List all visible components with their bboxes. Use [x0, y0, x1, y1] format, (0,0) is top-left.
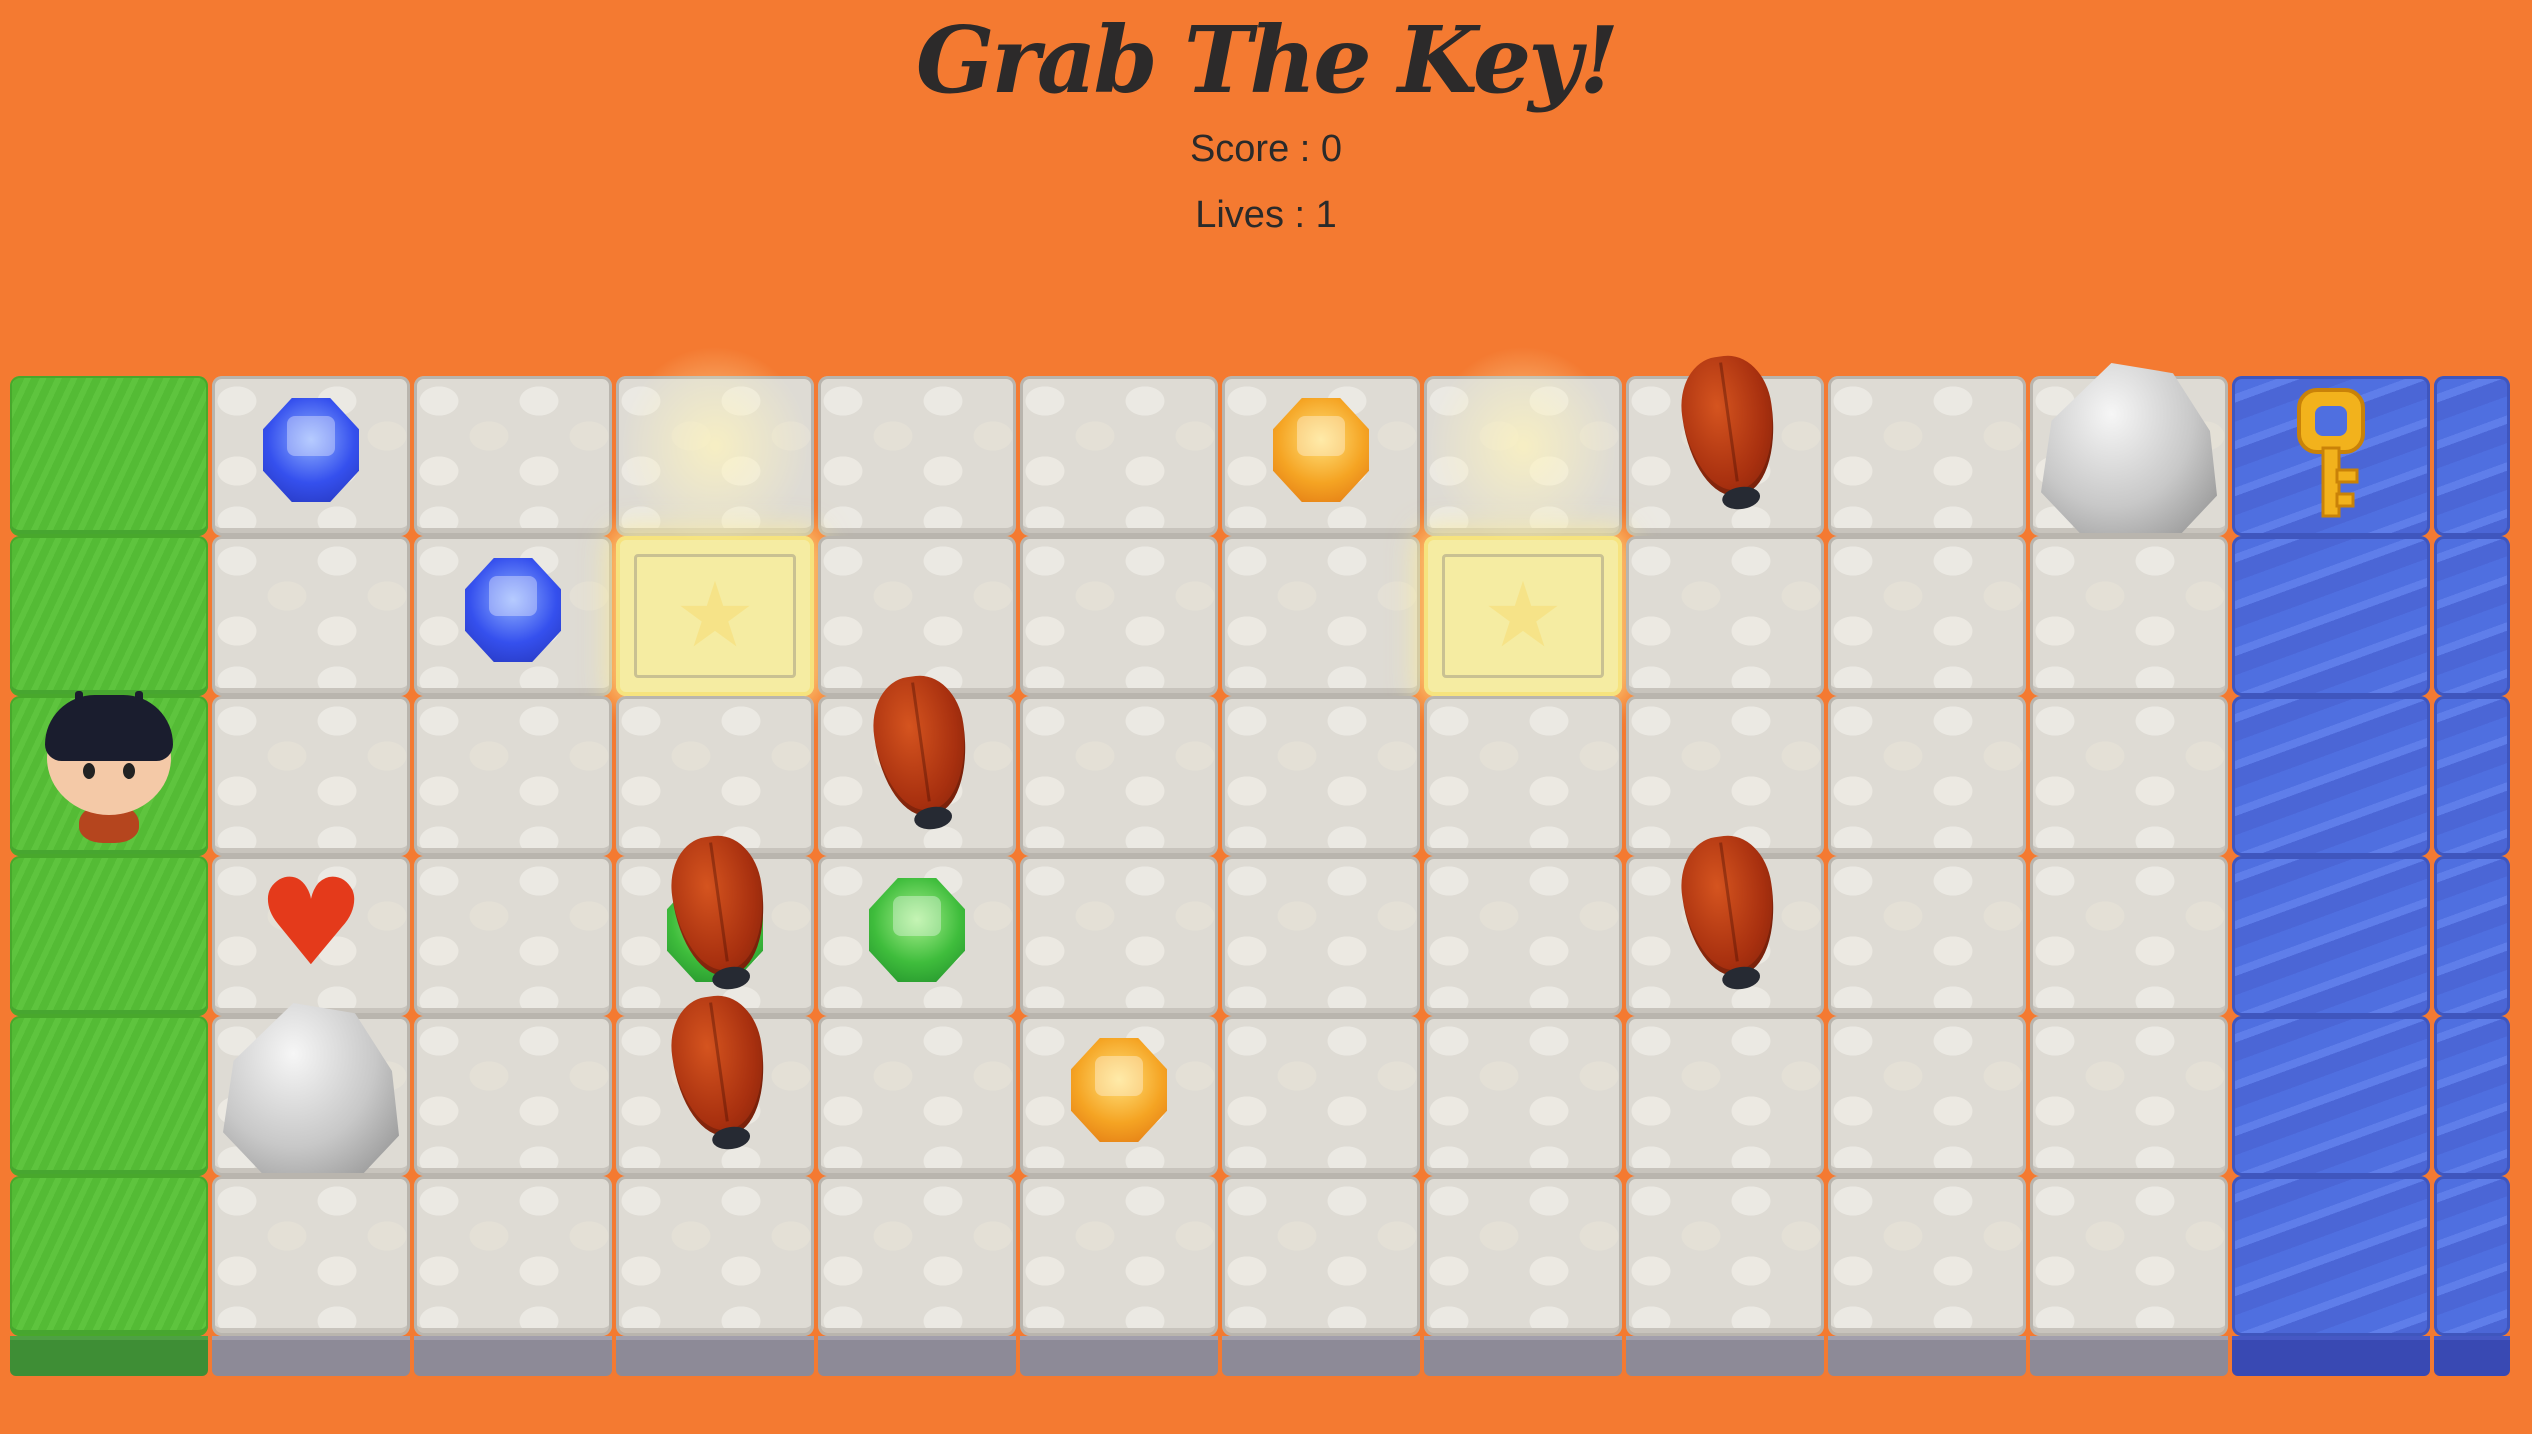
water-tile: [2434, 376, 2510, 536]
grass-tile: [10, 1016, 208, 1176]
stone-tile: [616, 1016, 814, 1176]
stone-tile: [212, 1016, 410, 1176]
grass-tile: [10, 536, 208, 696]
water-tile: [2434, 1176, 2510, 1336]
stone-tile: [1626, 536, 1824, 696]
stone-tile: [1828, 1176, 2026, 1336]
stone-tile: [616, 856, 814, 1016]
stone-tile: [1828, 536, 2026, 696]
stone-tile: [1424, 696, 1622, 856]
tile-edge: [818, 1336, 1016, 1376]
highlight-glow: [620, 346, 810, 546]
stone-tile: [818, 1016, 1016, 1176]
game-title: Grab The Key!: [915, 6, 1619, 114]
stone-tile: [1020, 1016, 1218, 1176]
stone-tile: [616, 696, 814, 856]
stone-tile: [1020, 856, 1218, 1016]
stone-tile: [1222, 856, 1420, 1016]
grass-tile: [10, 856, 208, 1016]
stone-tile: [818, 536, 1016, 696]
water-tile: [2232, 376, 2430, 536]
stone-tile: [414, 376, 612, 536]
water-tile: [2434, 536, 2510, 696]
stone-tile: [616, 1176, 814, 1336]
lives-text: Lives : 1: [1195, 194, 1337, 236]
stone-tile: [1020, 536, 1218, 696]
water-tile: [2434, 1016, 2510, 1176]
stone-tile: [414, 856, 612, 1016]
stone-tile: [2030, 1016, 2228, 1176]
stone-tile: [1020, 376, 1218, 536]
water-tile: [2434, 856, 2510, 1016]
stone-tile: [212, 696, 410, 856]
stone-tile: [818, 696, 1016, 856]
stone-tile: [818, 376, 1016, 536]
stone-tile: [1222, 376, 1420, 536]
stone-tile: [2030, 696, 2228, 856]
water-tile: [2434, 696, 2510, 856]
tile-edge: [10, 1336, 208, 1376]
tile-edge: [1222, 1336, 1420, 1376]
stone-tile: [1020, 1176, 1218, 1336]
stone-tile: [2030, 376, 2228, 536]
tile-edge: [1828, 1336, 2026, 1376]
stone-tile: [1828, 696, 2026, 856]
water-tile: [2232, 856, 2430, 1016]
star-icon: ★: [1482, 563, 1564, 668]
grass-tile: [10, 376, 208, 536]
water-tile: [2232, 536, 2430, 696]
stone-tile: [212, 376, 410, 536]
highlight-tile: ★: [616, 536, 814, 696]
stone-tile: [1626, 856, 1824, 1016]
stone-tile: [414, 696, 612, 856]
stone-tile: [1424, 1176, 1622, 1336]
tile-edge: [414, 1336, 612, 1376]
stone-tile: [1222, 696, 1420, 856]
water-tile: [2232, 696, 2430, 856]
stone-tile: [1828, 1016, 2026, 1176]
game-board[interactable]: ★ ★ ♥: [10, 346, 2510, 1376]
stone-tile: [2030, 856, 2228, 1016]
tile-edge: [2232, 1336, 2430, 1376]
tile-edge: [2434, 1336, 2510, 1376]
tile-edge: [1626, 1336, 1824, 1376]
stone-tile: [1626, 1176, 1824, 1336]
stone-tile: [2030, 536, 2228, 696]
tile-edge: [2030, 1336, 2228, 1376]
stone-tile: [414, 536, 612, 696]
grass-tile: [10, 1176, 208, 1336]
stone-tile: [818, 1176, 1016, 1336]
stone-tile: [818, 856, 1016, 1016]
stone-tile: [212, 856, 410, 1016]
highlight-tile: ★: [1424, 536, 1622, 696]
stone-tile: [1626, 376, 1824, 536]
stone-tile: [414, 1016, 612, 1176]
stone-tile: [1424, 1016, 1622, 1176]
stone-tile: [414, 1176, 612, 1336]
water-tile: [2232, 1176, 2430, 1336]
tile-edge: [616, 1336, 814, 1376]
stone-tile: [1828, 856, 2026, 1016]
stone-tile: [1222, 536, 1420, 696]
tile-edge: [212, 1336, 410, 1376]
stone-tile: [1424, 856, 1622, 1016]
stone-tile: [1020, 696, 1218, 856]
highlight-glow: [1428, 346, 1618, 546]
stone-tile: [1828, 376, 2026, 536]
stone-tile: [1626, 696, 1824, 856]
stone-tile: [212, 536, 410, 696]
grass-tile: [10, 696, 208, 856]
score-text: Score : 0: [1189, 128, 1343, 170]
stone-tile: [1222, 1176, 1420, 1336]
stone-tile: [1222, 1016, 1420, 1176]
water-tile: [2232, 1016, 2430, 1176]
stone-tile: [1626, 1016, 1824, 1176]
stone-tile: [212, 1176, 410, 1336]
tile-edge: [1424, 1336, 1622, 1376]
tile-edge: [1020, 1336, 1218, 1376]
stone-tile: [2030, 1176, 2228, 1336]
star-icon: ★: [674, 563, 756, 668]
